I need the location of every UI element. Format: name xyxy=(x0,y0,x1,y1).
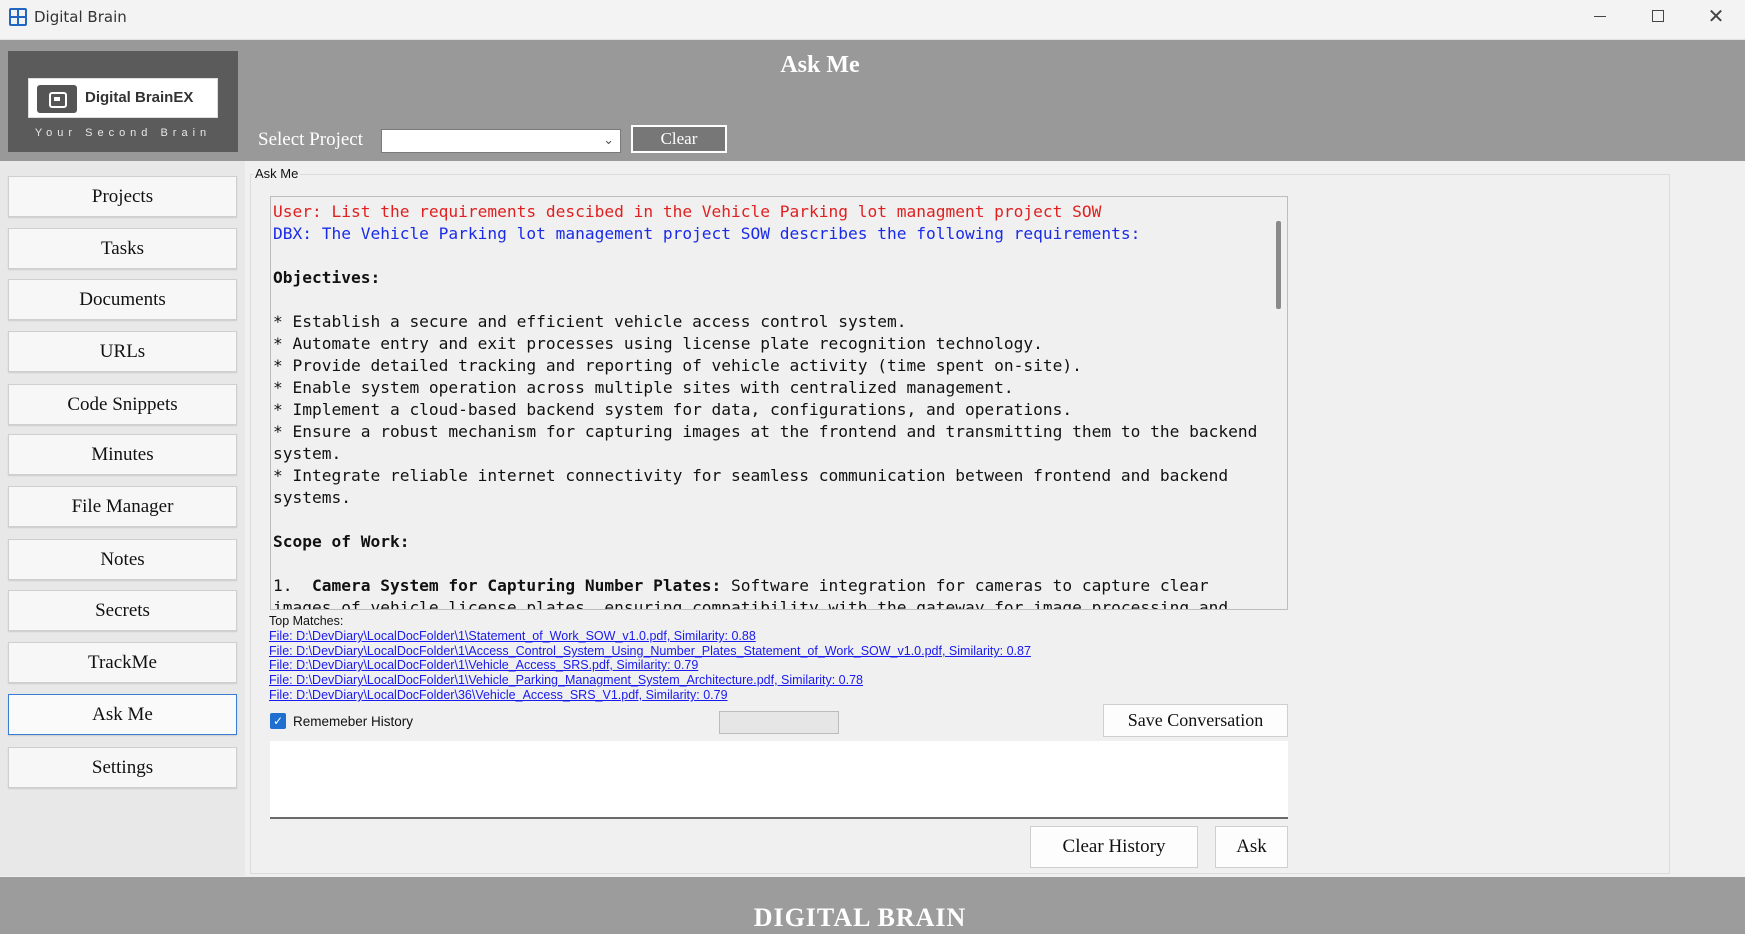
window-titlebar: Digital Brain ✕ xyxy=(0,0,1745,40)
top-matches-label: Top Matches: xyxy=(269,614,344,628)
chevron-down-icon: ⌄ xyxy=(603,132,614,147)
objective-item: * Establish a secure and efficient vehic… xyxy=(273,312,907,331)
user-message: User: List the requirements descibed in … xyxy=(273,202,1102,221)
match-link[interactable]: File: D:\DevDiary\LocalDocFolder\1\Vehic… xyxy=(269,658,698,672)
sidebar-item-urls[interactable]: URLs xyxy=(8,331,237,372)
conversation-panel[interactable]: User: List the requirements descibed in … xyxy=(270,196,1288,610)
conversation-scrollbar[interactable] xyxy=(1267,197,1287,609)
sidebar: Projects Tasks Documents URLs Code Snipp… xyxy=(0,161,245,876)
sidebar-item-settings[interactable]: Settings xyxy=(8,747,237,788)
objectives-heading: Objectives: xyxy=(273,268,381,287)
window-title: Digital Brain xyxy=(34,8,127,26)
clear-button[interactable]: Clear xyxy=(631,125,727,153)
logo-badge: Digital BrainEX xyxy=(28,78,218,118)
logo-tagline: Your Second Brain xyxy=(34,127,212,139)
checkmark-icon: ✓ xyxy=(272,714,284,728)
question-input[interactable] xyxy=(270,741,1288,819)
app-grid-icon xyxy=(9,8,27,26)
sidebar-item-trackme[interactable]: TrackMe xyxy=(8,642,237,683)
clear-history-button[interactable]: Clear History xyxy=(1030,826,1198,868)
progress-bar xyxy=(719,711,839,734)
match-link[interactable]: File: D:\DevDiary\LocalDocFolder\1\State… xyxy=(269,629,756,643)
maximize-icon xyxy=(1652,10,1664,22)
sidebar-item-projects[interactable]: Projects xyxy=(8,176,237,217)
objective-item: * Implement a cloud-based backend system… xyxy=(273,400,1073,419)
footer-brand: DIGITAL BRAIN xyxy=(753,903,967,932)
ask-button[interactable]: Ask xyxy=(1215,826,1288,868)
minimize-button[interactable] xyxy=(1571,0,1629,32)
app-footer: DIGITAL BRAIN xyxy=(0,877,1745,934)
page-title: Ask Me xyxy=(780,52,860,78)
project-select[interactable]: ⌄ xyxy=(381,129,621,153)
sidebar-item-secrets[interactable]: Secrets xyxy=(8,590,237,631)
logo-name: Digital BrainEX xyxy=(85,89,194,106)
select-project-label: Select Project xyxy=(258,129,363,150)
minimize-icon xyxy=(1594,15,1606,17)
objective-item: * Provide detailed tracking and reportin… xyxy=(273,356,1082,375)
match-link[interactable]: File: D:\DevDiary\LocalDocFolder\1\Vehic… xyxy=(269,673,863,687)
close-button[interactable]: ✕ xyxy=(1687,0,1745,32)
brain-chip-icon xyxy=(37,85,77,113)
remember-history-checkbox[interactable]: ✓ xyxy=(270,713,286,729)
objective-item: * Automate entry and exit processes usin… xyxy=(273,334,1043,353)
sidebar-item-minutes[interactable]: Minutes xyxy=(8,434,237,475)
objective-item: * Enable system operation across multipl… xyxy=(273,378,1014,397)
sidebar-item-documents[interactable]: Documents xyxy=(8,279,237,320)
save-conversation-button[interactable]: Save Conversation xyxy=(1103,704,1288,737)
maximize-button[interactable] xyxy=(1629,0,1687,32)
close-icon: ✕ xyxy=(1707,4,1725,28)
sidebar-item-ask-me[interactable]: Ask Me xyxy=(8,694,237,735)
scope-item-number: 1. xyxy=(273,576,312,595)
scope-item-title: Camera System for Capturing Number Plate… xyxy=(311,576,722,595)
group-label: Ask Me xyxy=(253,166,301,181)
dbx-message: DBX: The Vehicle Parking lot management … xyxy=(273,224,1141,243)
match-link[interactable]: File: D:\DevDiary\LocalDocFolder\36\Vehi… xyxy=(269,688,728,702)
sidebar-item-tasks[interactable]: Tasks xyxy=(8,228,237,269)
objective-item: * Integrate reliable internet connectivi… xyxy=(273,466,1238,507)
scrollbar-thumb[interactable] xyxy=(1276,221,1281,309)
conversation-text: User: List the requirements descibed in … xyxy=(273,201,1263,609)
app-header: Digital BrainEX Your Second Brain Ask Me… xyxy=(0,40,1745,161)
match-link[interactable]: File: D:\DevDiary\LocalDocFolder\1\Acces… xyxy=(269,644,1031,658)
sidebar-item-code-snippets[interactable]: Code Snippets xyxy=(8,384,237,425)
scope-heading: Scope of Work: xyxy=(273,532,410,551)
objective-item: * Ensure a robust mechanism for capturin… xyxy=(273,422,1268,463)
sidebar-item-file-manager[interactable]: File Manager xyxy=(8,486,237,527)
sidebar-item-notes[interactable]: Notes xyxy=(8,539,237,580)
remember-history-toggle[interactable]: ✓ Rememeber History xyxy=(270,713,413,729)
remember-history-label: Rememeber History xyxy=(293,713,414,729)
